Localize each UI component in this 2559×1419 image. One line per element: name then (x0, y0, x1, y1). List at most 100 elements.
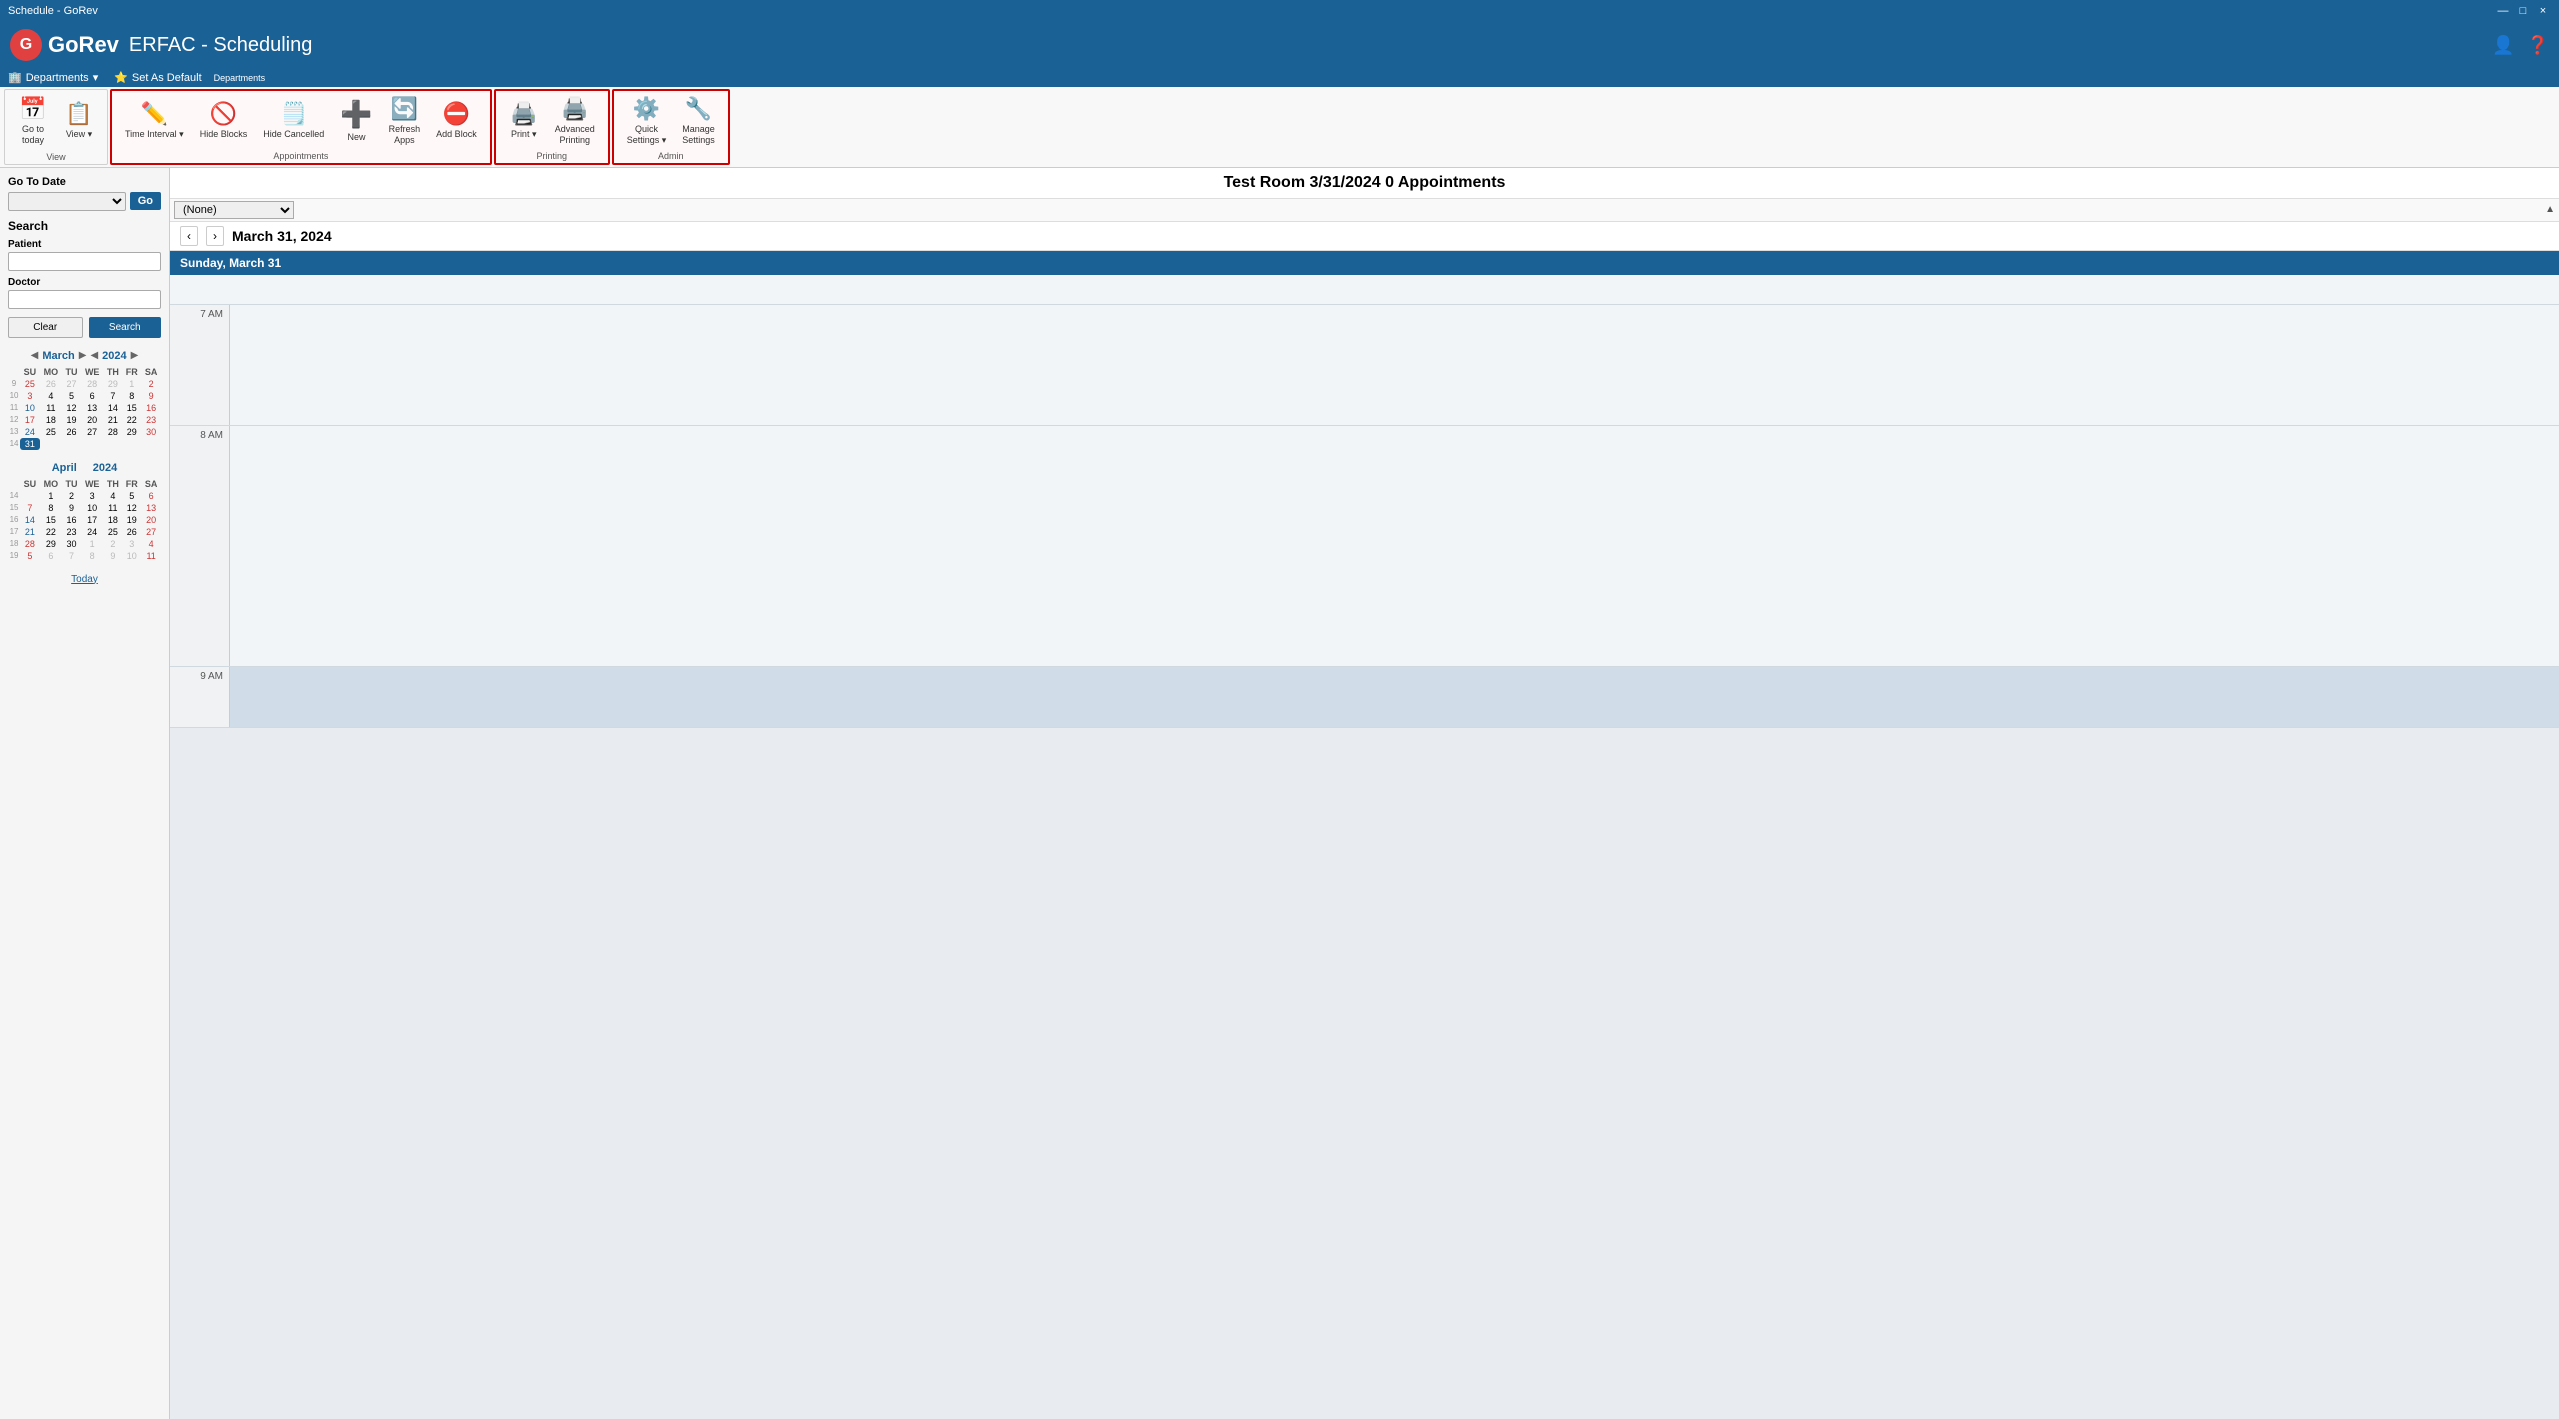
view-btn[interactable]: 📋 View ▾ (57, 98, 101, 155)
march-day-31[interactable]: 31 (20, 438, 40, 450)
april-day-21[interactable]: 21 (20, 526, 40, 538)
time-interval-btn[interactable]: ✏️ Time Interval ▾ (118, 98, 191, 155)
march-day-18[interactable]: 18 (40, 414, 62, 426)
march-day-23[interactable]: 23 (141, 414, 161, 426)
april-day-14[interactable]: 14 (20, 514, 40, 526)
march-day-22[interactable]: 22 (122, 414, 141, 426)
march-next-btn[interactable]: ▶ (79, 350, 87, 361)
march-day-29[interactable]: 29 (122, 426, 141, 438)
april-day-10may[interactable]: 10 (122, 550, 141, 562)
april-day-13[interactable]: 13 (141, 502, 161, 514)
clear-btn[interactable]: Clear (8, 317, 83, 338)
minimize-btn[interactable]: — (2495, 4, 2511, 18)
april-day-24[interactable]: 24 (81, 526, 103, 538)
go-to-today-btn[interactable]: 📅 Go totoday (11, 93, 55, 161)
march-day-2[interactable]: 2 (141, 378, 161, 390)
april-month-name[interactable]: April (52, 462, 77, 474)
march-day-28feb[interactable]: 28 (81, 378, 103, 390)
march-year-name[interactable]: 2024 (102, 350, 126, 362)
new-btn[interactable]: ➕ New (333, 96, 379, 158)
april-day-11may[interactable]: 11 (141, 550, 161, 562)
april-day-7[interactable]: 7 (20, 502, 40, 514)
april-day-18[interactable]: 18 (103, 514, 122, 526)
april-day-3may[interactable]: 3 (122, 538, 141, 550)
march-day-19[interactable]: 19 (62, 414, 81, 426)
maximize-btn[interactable]: □ (2515, 4, 2531, 18)
april-day-6[interactable]: 6 (141, 490, 161, 502)
march-day-26feb[interactable]: 26 (40, 378, 62, 390)
go-btn[interactable]: Go (130, 192, 161, 210)
set-as-default[interactable]: ⭐ Set As Default (114, 71, 201, 84)
march-day-30[interactable]: 30 (141, 426, 161, 438)
march-day-9[interactable]: 9 (141, 390, 161, 402)
go-to-date-select[interactable] (8, 192, 126, 211)
april-day-26[interactable]: 26 (122, 526, 141, 538)
help-icon[interactable]: ❓ (2527, 35, 2549, 56)
march-day-27feb[interactable]: 27 (62, 378, 81, 390)
april-day-19[interactable]: 19 (122, 514, 141, 526)
time-slot-9am[interactable] (230, 667, 2559, 727)
march-year-next-btn[interactable]: ▶ (131, 350, 139, 361)
march-day-3[interactable]: 3 (20, 390, 40, 402)
march-day-20[interactable]: 20 (81, 414, 103, 426)
march-day-17[interactable]: 17 (20, 414, 40, 426)
april-day-22[interactable]: 22 (40, 526, 62, 538)
april-day-7may[interactable]: 7 (62, 550, 81, 562)
april-day-17[interactable]: 17 (81, 514, 103, 526)
march-day-5[interactable]: 5 (62, 390, 81, 402)
april-day-20[interactable]: 20 (141, 514, 161, 526)
room-select[interactable]: (None) (174, 201, 294, 219)
april-day-30[interactable]: 30 (62, 538, 81, 550)
april-day-8may[interactable]: 8 (81, 550, 103, 562)
march-day-28[interactable]: 28 (103, 426, 122, 438)
close-btn[interactable]: × (2535, 4, 2551, 18)
march-day-24[interactable]: 24 (20, 426, 40, 438)
march-day-25[interactable]: 25 (40, 426, 62, 438)
person-icon[interactable]: 👤 (2492, 35, 2514, 56)
march-day-7[interactable]: 7 (103, 390, 122, 402)
march-day-26[interactable]: 26 (62, 426, 81, 438)
april-day-11[interactable]: 11 (103, 502, 122, 514)
april-day-28[interactable]: 28 (20, 538, 40, 550)
march-day-4[interactable]: 4 (40, 390, 62, 402)
april-day-12[interactable]: 12 (122, 502, 141, 514)
april-day-29[interactable]: 29 (40, 538, 62, 550)
march-day-10[interactable]: 10 (20, 402, 40, 414)
hide-cancelled-btn[interactable]: 🗒️ Hide Cancelled (256, 98, 331, 155)
march-day-1fri[interactable]: 1 (122, 378, 141, 390)
time-slot-7am[interactable] (230, 305, 2559, 425)
april-day-15[interactable]: 15 (40, 514, 62, 526)
april-day-4[interactable]: 4 (103, 490, 122, 502)
march-prev-btn[interactable]: ◀ (31, 350, 39, 361)
march-day-12[interactable]: 12 (62, 402, 81, 414)
march-day-27[interactable]: 27 (81, 426, 103, 438)
search-btn[interactable]: Search (89, 317, 162, 338)
april-year-name[interactable]: 2024 (93, 462, 117, 474)
hide-blocks-btn[interactable]: 🚫 Hide Blocks (193, 98, 255, 155)
march-day-13[interactable]: 13 (81, 402, 103, 414)
april-day-1may[interactable]: 1 (81, 538, 103, 550)
prev-date-btn[interactable]: ‹ (180, 226, 198, 246)
april-day-2may[interactable]: 2 (103, 538, 122, 550)
march-month-name[interactable]: March (42, 350, 74, 362)
march-day-8[interactable]: 8 (122, 390, 141, 402)
april-day-9[interactable]: 9 (62, 502, 81, 514)
march-day-16[interactable]: 16 (141, 402, 161, 414)
next-date-btn[interactable]: › (206, 226, 224, 246)
march-day-14[interactable]: 14 (103, 402, 122, 414)
april-day-8[interactable]: 8 (40, 502, 62, 514)
time-slot-8am[interactable] (230, 426, 2559, 666)
april-day-16[interactable]: 16 (62, 514, 81, 526)
april-day-2[interactable]: 2 (62, 490, 81, 502)
march-day-25feb[interactable]: 25 (20, 378, 40, 390)
dept-dropdown-arrow[interactable]: ▾ (93, 71, 99, 84)
april-day-3[interactable]: 3 (81, 490, 103, 502)
march-day-21[interactable]: 21 (103, 414, 122, 426)
april-day-5[interactable]: 5 (122, 490, 141, 502)
april-day-6may[interactable]: 6 (40, 550, 62, 562)
march-day-6[interactable]: 6 (81, 390, 103, 402)
april-day-10[interactable]: 10 (81, 502, 103, 514)
april-day-5may[interactable]: 5 (20, 550, 40, 562)
today-btn[interactable]: Today (8, 574, 161, 585)
add-block-btn[interactable]: ⛔ Add Block (429, 98, 484, 155)
